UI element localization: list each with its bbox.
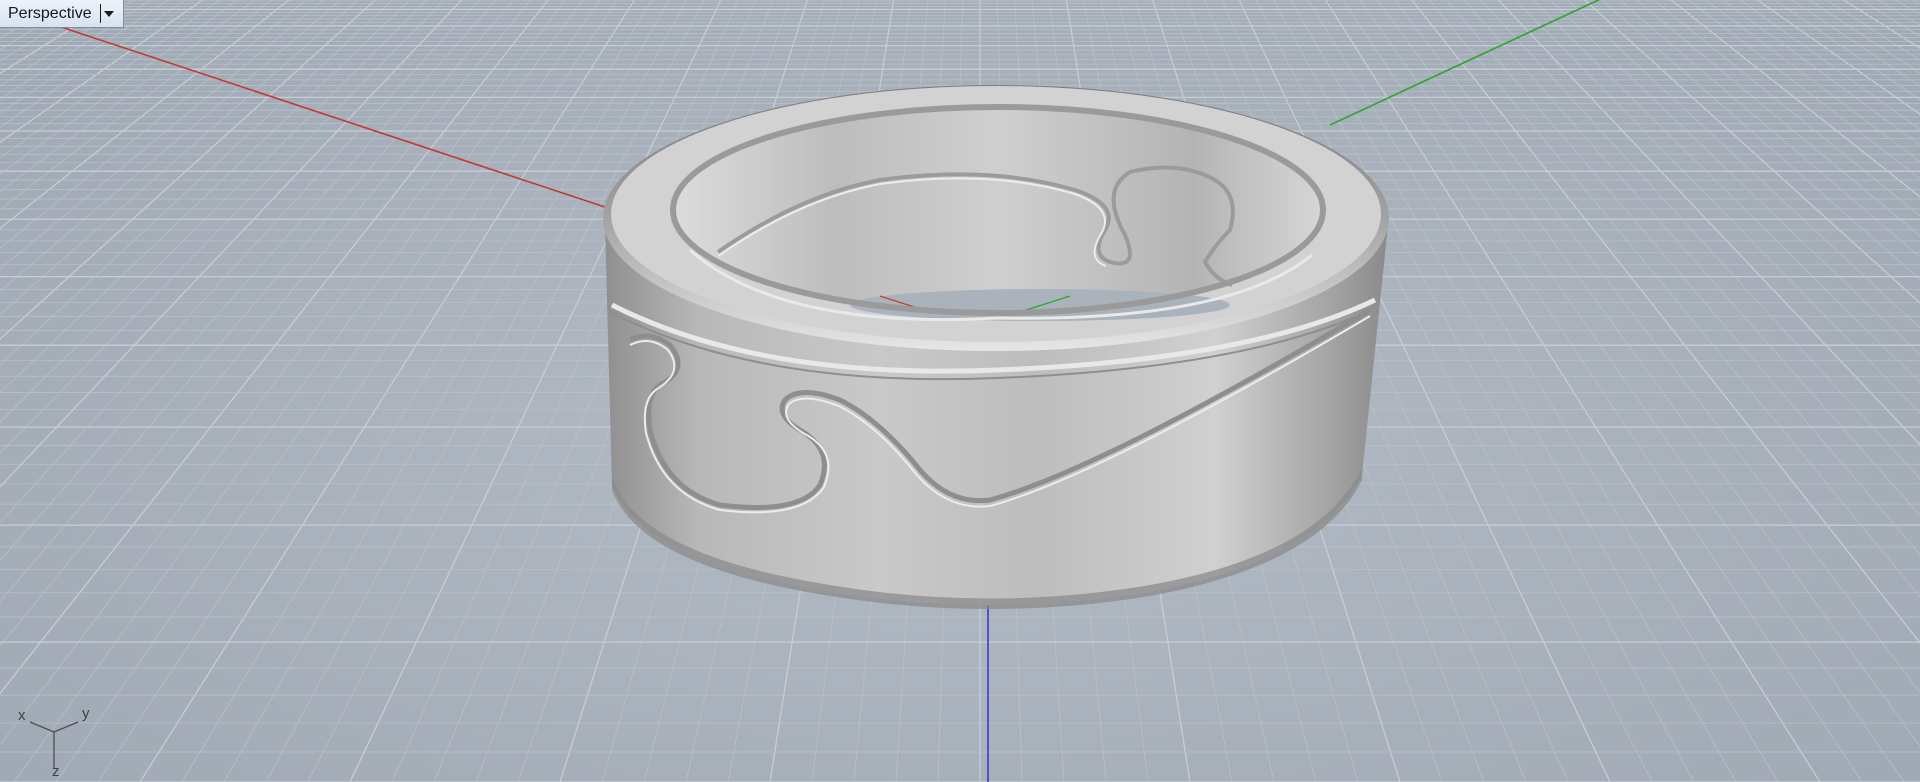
viewport-scene: x y z bbox=[0, 0, 1920, 782]
perspective-viewport[interactable]: x y z Perspective bbox=[0, 0, 1920, 782]
viewport-title-tab[interactable]: Perspective bbox=[0, 0, 124, 28]
chevron-down-icon[interactable] bbox=[99, 4, 117, 23]
viewport-title: Perspective bbox=[8, 5, 92, 22]
ring-model[interactable] bbox=[603, 85, 1389, 609]
axis-z-label: z bbox=[52, 763, 60, 780]
axis-x-label: x bbox=[18, 707, 26, 724]
axis-y-label: y bbox=[82, 705, 90, 722]
axis-orientation-widget: x y z bbox=[18, 705, 90, 780]
